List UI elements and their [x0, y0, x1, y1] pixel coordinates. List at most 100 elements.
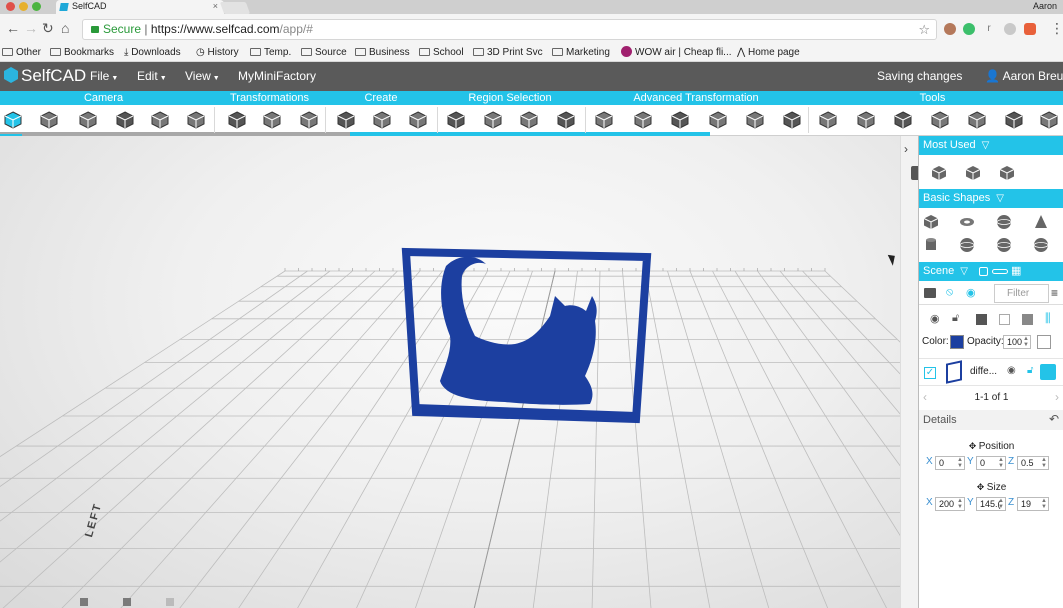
next-page-icon[interactable]: › [1055, 390, 1059, 404]
opacity-toggle-icon[interactable] [1037, 335, 1051, 349]
forward-arrow-icon[interactable]: → [24, 20, 38, 36]
new-tab-button[interactable] [219, 2, 251, 14]
object-eye-icon[interactable]: ◉ [1007, 365, 1016, 376]
extension-gray-icon[interactable] [1004, 23, 1016, 35]
extension-orange-icon[interactable] [1024, 23, 1036, 35]
bookmark-downloads[interactable]: ⤓ Downloads [124, 44, 181, 61]
object-lock-icon[interactable]: 🔓︎ [1027, 365, 1033, 376]
toolbar-adv-6-icon[interactable] [783, 111, 801, 129]
bookmark-business[interactable]: Business [355, 44, 410, 61]
shape-cylinder-icon[interactable] [923, 237, 939, 253]
group-icon[interactable] [924, 288, 936, 298]
extension-green-icon[interactable] [963, 23, 975, 35]
toolbar-adv-2-icon[interactable] [634, 111, 652, 129]
bookmark-star-icon[interactable]: ☆ [918, 20, 930, 39]
browser-profile-name[interactable]: Aaron [1033, 0, 1057, 12]
back-arrow-icon[interactable]: ← [6, 20, 20, 36]
toolbar-tool-5-icon[interactable] [968, 111, 986, 129]
most-used-cube-icon[interactable] [931, 165, 947, 181]
home-icon[interactable]: ⌂ [61, 20, 69, 36]
position-z-input[interactable]: 0.5 ▲ ▼ [1017, 456, 1049, 470]
shape-ball-icon[interactable] [996, 237, 1012, 253]
toolbar-region-1-icon[interactable] [447, 111, 465, 129]
size-z-input[interactable]: 19 ▲ ▼ [1017, 497, 1049, 511]
shape-torus-icon[interactable] [959, 214, 975, 230]
extension-avatar-icon[interactable] [944, 23, 956, 35]
eye-icon[interactable]: ◉ [966, 286, 976, 299]
view-slider-toggle[interactable] [992, 269, 1008, 274]
size-y-input[interactable]: 145.(▲ ▼ [976, 497, 1006, 511]
menu-view[interactable]: View ▼ [185, 62, 220, 93]
shape-cube-icon[interactable] [923, 214, 939, 230]
close-window-button[interactable] [6, 2, 15, 11]
bookmark-wow-air[interactable]: WOW air | Cheap fli... [621, 44, 732, 61]
shape-gear-icon[interactable] [959, 237, 975, 253]
toolbar-tool-2-icon[interactable] [857, 111, 875, 129]
spinner-icon[interactable]: ▲ ▼ [1023, 336, 1029, 348]
bookmark-other[interactable]: Other [2, 44, 41, 61]
user-account[interactable]: 👤 Aaron Breuer [985, 62, 1063, 91]
toolbar-tool-4-icon[interactable] [931, 111, 949, 129]
toolbar-region-2-icon[interactable] [484, 111, 502, 129]
bookmark-school[interactable]: School [419, 44, 464, 61]
toolbar-adv-3-icon[interactable] [671, 111, 689, 129]
bookmark-history[interactable]: ◷ History [196, 44, 239, 61]
viewport-button-2[interactable] [123, 598, 131, 606]
toolbar-orbit-icon[interactable] [79, 111, 97, 129]
url-input[interactable]: Secure | https://www.selfcad.com/app/# ☆ [82, 19, 937, 40]
browser-menu-icon[interactable]: ⋮ [1050, 20, 1063, 36]
object-checkbox[interactable]: ✓ [924, 367, 936, 379]
toolbar-tool-1-icon[interactable] [819, 111, 837, 129]
hide-all-icon[interactable]: ⦸ [946, 286, 953, 299]
scene-header[interactable]: Scene ▽ ▦ [919, 262, 1063, 281]
wire-cube-icon[interactable] [999, 314, 1010, 325]
bookmark-temp[interactable]: Temp. [250, 44, 291, 61]
maximize-window-button[interactable] [32, 2, 41, 11]
toolbar-adv-1-icon[interactable] [595, 111, 613, 129]
chevron-right-icon[interactable]: › [904, 142, 908, 156]
menu-file[interactable]: File ▼ [90, 62, 118, 93]
toolbar-select-icon[interactable] [4, 111, 22, 129]
toolbar-adv-4-icon[interactable] [709, 111, 727, 129]
toolbar-rotate-icon[interactable] [263, 111, 281, 129]
minimize-window-button[interactable] [19, 2, 28, 11]
color-swatch[interactable] [950, 335, 964, 349]
opacity-input[interactable]: 100 ▲ ▼ [1003, 335, 1031, 349]
viewport-button-3[interactable] [166, 598, 174, 606]
extension-r-icon[interactable]: r [983, 23, 995, 35]
toolbar-tool-3-icon[interactable] [894, 111, 912, 129]
position-x-input[interactable]: 0 ▲ ▼ [935, 456, 965, 470]
menu-edit[interactable]: Edit ▼ [137, 62, 167, 93]
object-name[interactable]: diffe... [970, 366, 997, 377]
back-arrow-icon[interactable]: ↶ [1049, 412, 1059, 426]
toolbar-tool-6-icon[interactable] [1005, 111, 1023, 129]
shape-sphere-icon[interactable] [996, 214, 1012, 230]
object-cube-icon[interactable] [1040, 364, 1056, 380]
bookmark-bookmarks[interactable]: Bookmarks [50, 44, 114, 61]
panel-toggle[interactable]: › [900, 136, 919, 608]
solid-cube-icon[interactable] [976, 314, 987, 325]
viewport-button-1[interactable] [80, 598, 88, 606]
toolbar-tool-7-icon[interactable] [1040, 111, 1058, 129]
shape-cone-icon[interactable] [1033, 214, 1049, 230]
toolbar-box-create-icon[interactable] [409, 111, 427, 129]
grid-view-icon[interactable]: ▦ [1011, 266, 1021, 277]
menu-myminifactory[interactable]: MyMiniFactory [238, 62, 316, 91]
toolbar-hat-create-icon[interactable] [373, 111, 391, 129]
scene-canvas[interactable] [0, 136, 918, 608]
toolbar-region-4-icon[interactable] [557, 111, 575, 129]
position-y-input[interactable]: 0 ▲ ▼ [976, 456, 1006, 470]
lock-toggle-icon[interactable]: 🔓︎ [952, 312, 959, 325]
scene-object-row[interactable]: ✓ diffe... ◉ 🔓︎ [919, 358, 1063, 386]
most-used-box-icon[interactable] [965, 165, 981, 181]
size-x-input[interactable]: 200 ▲ ▼ [935, 497, 965, 511]
reload-icon[interactable]: ↻ [42, 20, 54, 36]
most-used-select-icon[interactable] [999, 165, 1015, 181]
most-used-header[interactable]: Most Used ▽ [919, 136, 1063, 155]
toolbar-zoom-icon[interactable] [151, 111, 169, 129]
tab-close-icon[interactable]: × [213, 0, 218, 13]
basic-shapes-header[interactable]: Basic Shapes ▽ [919, 189, 1063, 208]
toolbar-move-icon[interactable] [228, 111, 246, 129]
filter-icon[interactable]: ≡ [1051, 286, 1058, 300]
shaded-cube-icon[interactable] [1022, 314, 1033, 325]
